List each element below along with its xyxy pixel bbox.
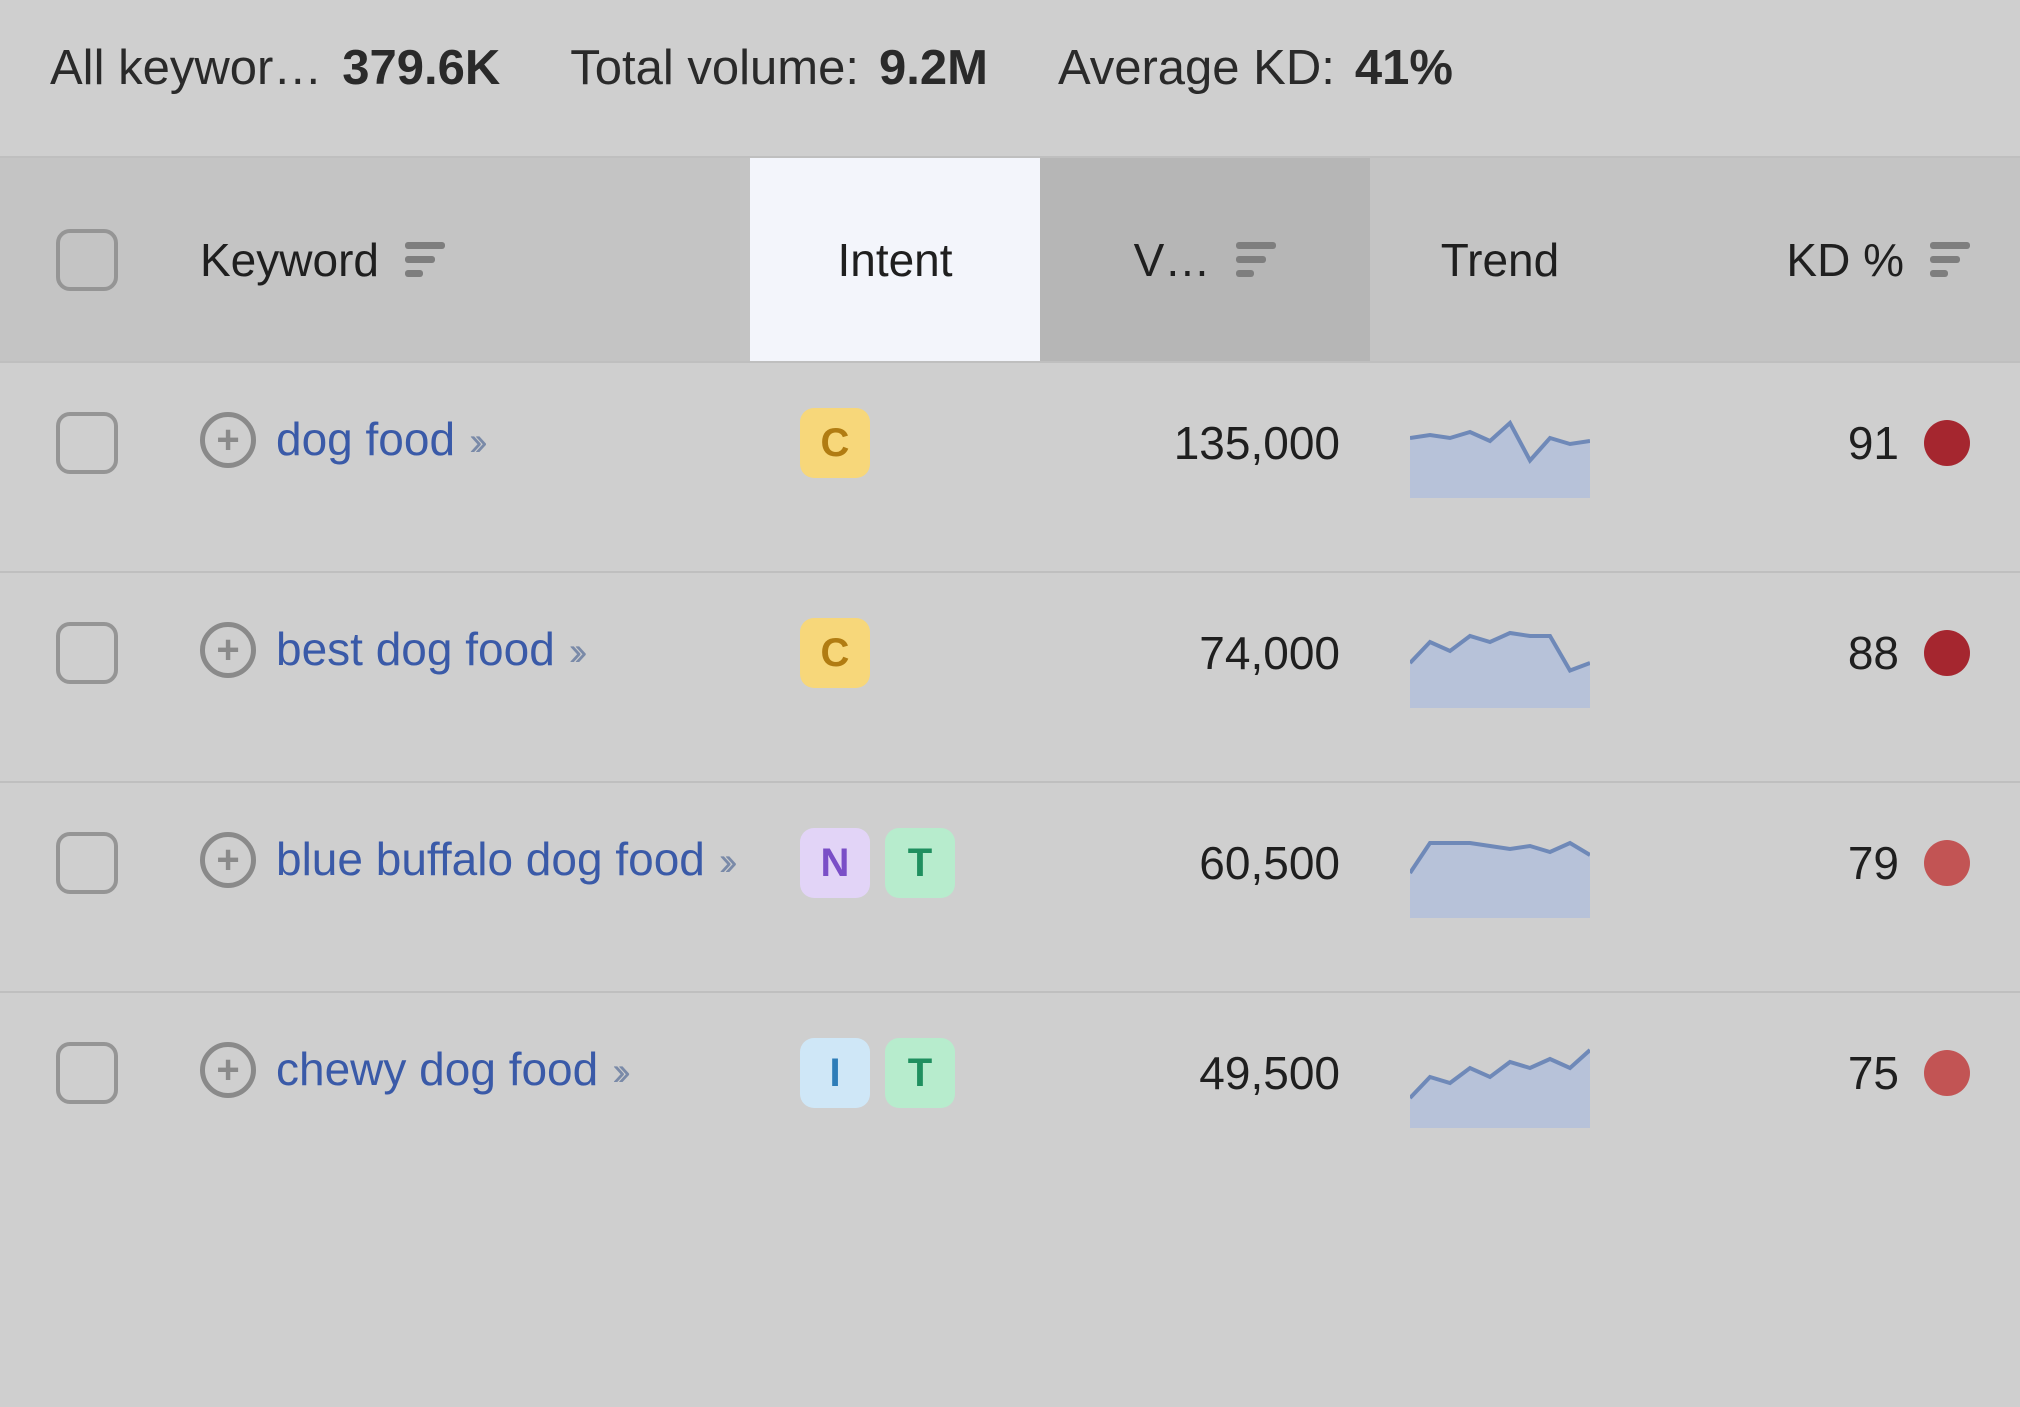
add-keyword-icon[interactable]: +	[200, 412, 256, 468]
column-header-intent-label: Intent	[837, 233, 952, 287]
trend-sparkline	[1410, 408, 1590, 498]
summary-volume-value: 9.2M	[879, 40, 988, 96]
intent-cell: IT	[750, 1038, 1040, 1108]
chevron-right-icon: ››	[569, 630, 580, 674]
trend-cell	[1370, 408, 1630, 498]
sort-icon	[405, 242, 445, 277]
keyword-link[interactable]: best dog food ››	[276, 618, 579, 680]
kd-cell: 88	[1630, 618, 2020, 688]
summary-bar: All keywor… 379.6K Total volume: 9.2M Av…	[0, 0, 2020, 156]
trend-cell	[1370, 828, 1630, 918]
volume-cell: 74,000	[1040, 618, 1370, 688]
sort-icon	[1930, 242, 1970, 277]
trend-sparkline	[1410, 618, 1590, 708]
select-all-cell	[0, 225, 180, 295]
volume-value: 135,000	[1174, 416, 1340, 470]
intent-cell: NT	[750, 828, 1040, 898]
kd-value: 75	[1848, 1046, 1899, 1100]
summary-keywords-value: 379.6K	[342, 40, 500, 96]
keyword-cell: + chewy dog food ››	[180, 1038, 750, 1108]
chevron-right-icon: ››	[469, 420, 480, 464]
column-header-volume[interactable]: V…	[1040, 158, 1370, 361]
volume-value: 60,500	[1199, 836, 1340, 890]
summary-volume-label: Total volume:	[570, 40, 859, 96]
sort-icon	[1236, 242, 1276, 277]
column-header-trend[interactable]: Trend	[1370, 225, 1630, 295]
column-header-intent[interactable]: Intent	[750, 158, 1040, 361]
row-checkbox[interactable]	[56, 622, 118, 684]
keyword-text: chewy dog food	[276, 1043, 598, 1095]
volume-value: 74,000	[1199, 626, 1340, 680]
table-row: + best dog food ›› C 74,000 88	[0, 571, 2020, 781]
select-all-checkbox[interactable]	[56, 229, 118, 291]
summary-kd-label: Average KD:	[1058, 40, 1335, 96]
intent-cell: C	[750, 408, 1040, 478]
column-header-kd[interactable]: KD %	[1630, 225, 2020, 295]
trend-sparkline	[1410, 828, 1590, 918]
volume-cell: 49,500	[1040, 1038, 1370, 1108]
keyword-cell: + dog food ››	[180, 408, 750, 478]
intent-cell: C	[750, 618, 1040, 688]
keyword-cell: + blue buffalo dog food ››	[180, 828, 750, 898]
kd-value: 91	[1848, 416, 1899, 470]
intent-badge[interactable]: C	[800, 408, 870, 478]
add-keyword-icon[interactable]: +	[200, 1042, 256, 1098]
column-header-trend-label: Trend	[1441, 233, 1559, 287]
keyword-link[interactable]: chewy dog food ››	[276, 1038, 623, 1100]
summary-keywords-label: All keywor…	[50, 40, 322, 96]
keyword-text: best dog food	[276, 623, 555, 675]
kd-value: 79	[1848, 836, 1899, 890]
row-checkbox[interactable]	[56, 1042, 118, 1104]
trend-sparkline	[1410, 1038, 1590, 1128]
table-row: + blue buffalo dog food ›› NT 60,500 79	[0, 781, 2020, 991]
row-select-cell	[0, 618, 180, 688]
volume-cell: 60,500	[1040, 828, 1370, 898]
row-checkbox[interactable]	[56, 832, 118, 894]
row-select-cell	[0, 408, 180, 478]
kd-difficulty-dot	[1924, 840, 1970, 886]
table-row: + chewy dog food ›› IT 49,500 75	[0, 991, 2020, 1201]
intent-badge[interactable]: T	[885, 828, 955, 898]
row-select-cell	[0, 828, 180, 898]
chevron-right-icon: ››	[612, 1050, 623, 1094]
intent-badge[interactable]: C	[800, 618, 870, 688]
intent-badge[interactable]: N	[800, 828, 870, 898]
keyword-link[interactable]: dog food ››	[276, 408, 480, 470]
intent-badge[interactable]: I	[800, 1038, 870, 1108]
row-checkbox[interactable]	[56, 412, 118, 474]
keyword-text: dog food	[276, 413, 455, 465]
kd-value: 88	[1848, 626, 1899, 680]
row-select-cell	[0, 1038, 180, 1108]
volume-value: 49,500	[1199, 1046, 1340, 1100]
keywords-table: Keyword Intent V… Trend KD % + dog food ››…	[0, 156, 2020, 1201]
kd-difficulty-dot	[1924, 420, 1970, 466]
keyword-cell: + best dog food ››	[180, 618, 750, 688]
chevron-right-icon: ››	[719, 840, 730, 884]
volume-cell: 135,000	[1040, 408, 1370, 478]
trend-cell	[1370, 618, 1630, 708]
add-keyword-icon[interactable]: +	[200, 832, 256, 888]
column-header-keyword[interactable]: Keyword	[180, 225, 750, 295]
keyword-link[interactable]: blue buffalo dog food ››	[276, 828, 730, 890]
table-row: + dog food ›› C 135,000 91	[0, 361, 2020, 571]
table-header-row: Keyword Intent V… Trend KD %	[0, 156, 2020, 361]
keyword-text: blue buffalo dog food	[276, 833, 705, 885]
kd-cell: 91	[1630, 408, 2020, 478]
kd-cell: 75	[1630, 1038, 2020, 1108]
column-header-kd-label: KD %	[1786, 233, 1904, 287]
column-header-keyword-label: Keyword	[200, 233, 379, 287]
summary-kd-value: 41%	[1355, 40, 1453, 96]
kd-difficulty-dot	[1924, 630, 1970, 676]
intent-badge[interactable]: T	[885, 1038, 955, 1108]
kd-cell: 79	[1630, 828, 2020, 898]
column-header-volume-label: V…	[1134, 233, 1211, 287]
kd-difficulty-dot	[1924, 1050, 1970, 1096]
add-keyword-icon[interactable]: +	[200, 622, 256, 678]
trend-cell	[1370, 1038, 1630, 1128]
